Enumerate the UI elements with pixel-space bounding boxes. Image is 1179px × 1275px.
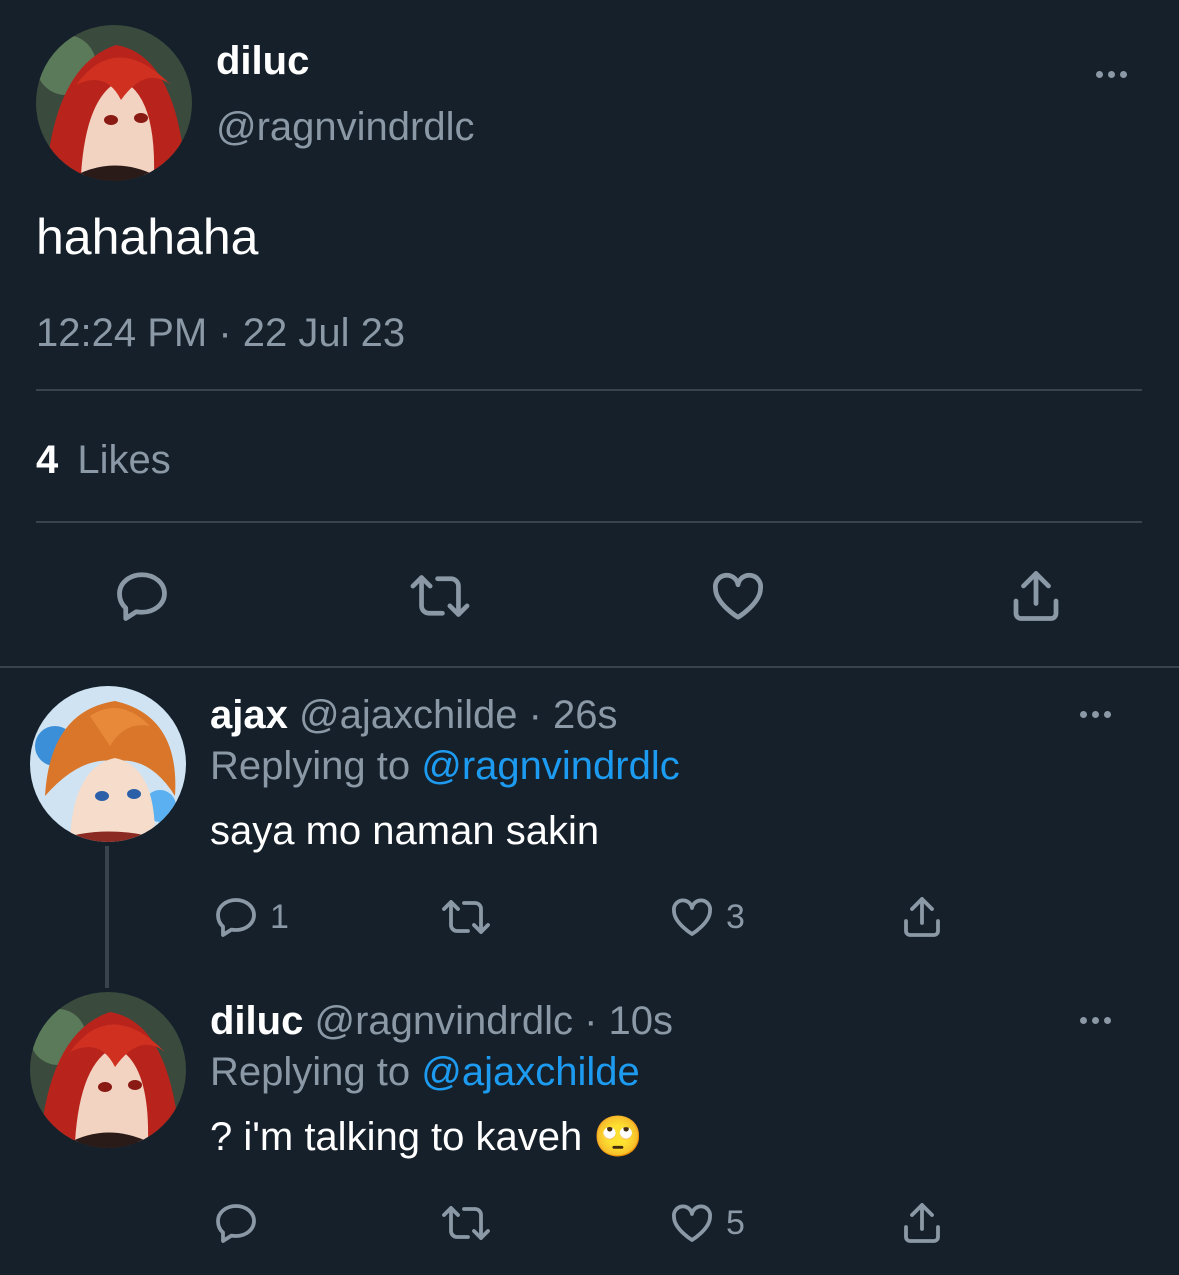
share-button[interactable] bbox=[898, 893, 946, 941]
retweet-button[interactable] bbox=[440, 1199, 502, 1247]
avatar-ajax[interactable] bbox=[30, 686, 186, 842]
reply-button[interactable] bbox=[212, 1199, 270, 1247]
reply-header: diluc @ragnvindrdlc · 10s bbox=[210, 999, 674, 1043]
divider bbox=[36, 389, 1142, 391]
reply-author-name[interactable]: diluc bbox=[210, 999, 303, 1043]
retweet-button[interactable] bbox=[408, 566, 472, 626]
reply-count: 1 bbox=[270, 898, 289, 936]
avatar-diluc[interactable] bbox=[36, 25, 192, 181]
author-name[interactable]: diluc bbox=[216, 38, 309, 84]
replying-to-label: Replying to bbox=[210, 1050, 411, 1094]
share-icon bbox=[904, 897, 940, 937]
reply-author-name[interactable]: ajax bbox=[210, 693, 288, 737]
likes-label: Likes bbox=[77, 438, 171, 482]
replying-to-line: Replying to @ajaxchilde bbox=[210, 1049, 640, 1095]
author-handle[interactable]: @ragnvindrdlc bbox=[216, 104, 475, 150]
reply-age[interactable]: 10s bbox=[609, 999, 674, 1043]
share-button[interactable] bbox=[1006, 566, 1066, 626]
share-button[interactable] bbox=[898, 1199, 946, 1247]
more-icon[interactable] bbox=[1080, 711, 1111, 718]
divider bbox=[36, 521, 1142, 523]
reply-age[interactable]: 26s bbox=[553, 693, 618, 737]
retweet-button[interactable] bbox=[440, 893, 502, 941]
reply-icon bbox=[216, 898, 256, 937]
more-icon[interactable] bbox=[1096, 71, 1127, 78]
reply-icon bbox=[216, 1204, 256, 1243]
tweet-timestamp[interactable]: 12:24 PM · 22 Jul 23 bbox=[36, 310, 405, 356]
tweet-text: hahahaha bbox=[36, 209, 259, 265]
like-icon bbox=[713, 572, 763, 620]
reply-author-handle[interactable]: @ajaxchilde bbox=[299, 693, 518, 737]
replying-to-handle[interactable]: @ragnvindrdlc bbox=[421, 744, 680, 788]
retweet-icon bbox=[442, 1206, 490, 1240]
reply-button[interactable]: 1 bbox=[212, 893, 289, 941]
reply-text: saya mo naman sakin bbox=[210, 809, 600, 853]
like-icon bbox=[672, 898, 712, 936]
reply-author-handle[interactable]: @ragnvindrdlc bbox=[314, 999, 573, 1043]
like-button[interactable] bbox=[708, 566, 768, 626]
divider bbox=[0, 666, 1179, 668]
likes-count: 4 bbox=[36, 438, 59, 482]
reply-header: ajax @ajaxchilde · 26s bbox=[210, 693, 618, 737]
reply-button[interactable] bbox=[112, 566, 172, 626]
like-button[interactable]: 3 bbox=[668, 893, 745, 941]
like-button[interactable]: 5 bbox=[668, 1199, 745, 1247]
avatar-diluc[interactable] bbox=[30, 992, 186, 1148]
likes-stat[interactable]: 4 Likes bbox=[36, 437, 171, 483]
reply-text: ? i'm talking to kaveh 🙄 bbox=[210, 1115, 644, 1159]
replying-to-handle[interactable]: @ajaxchilde bbox=[421, 1050, 640, 1094]
replying-to-line: Replying to @ragnvindrdlc bbox=[210, 743, 680, 789]
like-count: 3 bbox=[726, 898, 745, 936]
like-count: 5 bbox=[726, 1204, 745, 1242]
share-icon bbox=[904, 1203, 940, 1243]
thread-connector bbox=[105, 846, 109, 988]
reply-icon bbox=[117, 572, 167, 621]
more-icon[interactable] bbox=[1080, 1017, 1111, 1024]
retweet-icon bbox=[442, 900, 490, 934]
like-icon bbox=[672, 1204, 712, 1242]
retweet-icon bbox=[410, 575, 470, 617]
share-icon bbox=[1013, 571, 1059, 621]
replying-to-label: Replying to bbox=[210, 744, 411, 788]
